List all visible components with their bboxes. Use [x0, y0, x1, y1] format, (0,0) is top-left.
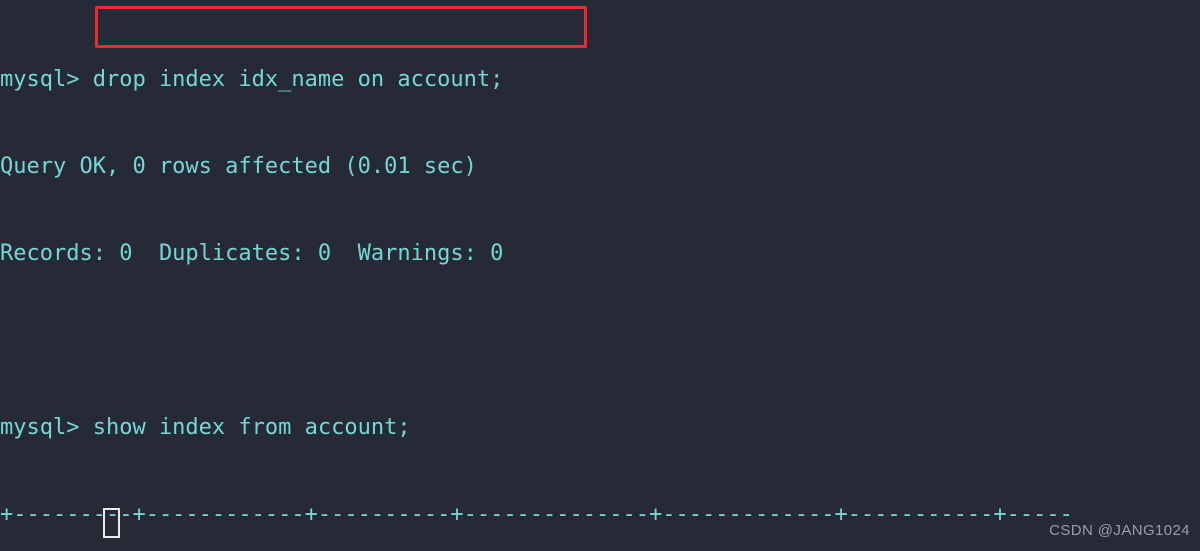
terminal-line: mysql> show index from account; — [0, 415, 411, 440]
terminal-output: mysql> drop index idx_name on account; Q… — [0, 7, 1200, 551]
terminal-line: mysql> drop index idx_name on account; — [0, 67, 504, 92]
table-separator-line: +---------+------------+----------+-----… — [0, 502, 1073, 527]
text-cursor — [103, 508, 120, 538]
terminal-line: Query OK, 0 rows affected (0.01 sec) — [0, 154, 477, 179]
terminal-line: Records: 0 Duplicates: 0 Warnings: 0 — [0, 241, 504, 266]
terminal-window[interactable]: mysql> drop index idx_name on account; Q… — [0, 0, 1200, 551]
watermark-label: CSDN @JANG1024 — [1049, 522, 1190, 539]
